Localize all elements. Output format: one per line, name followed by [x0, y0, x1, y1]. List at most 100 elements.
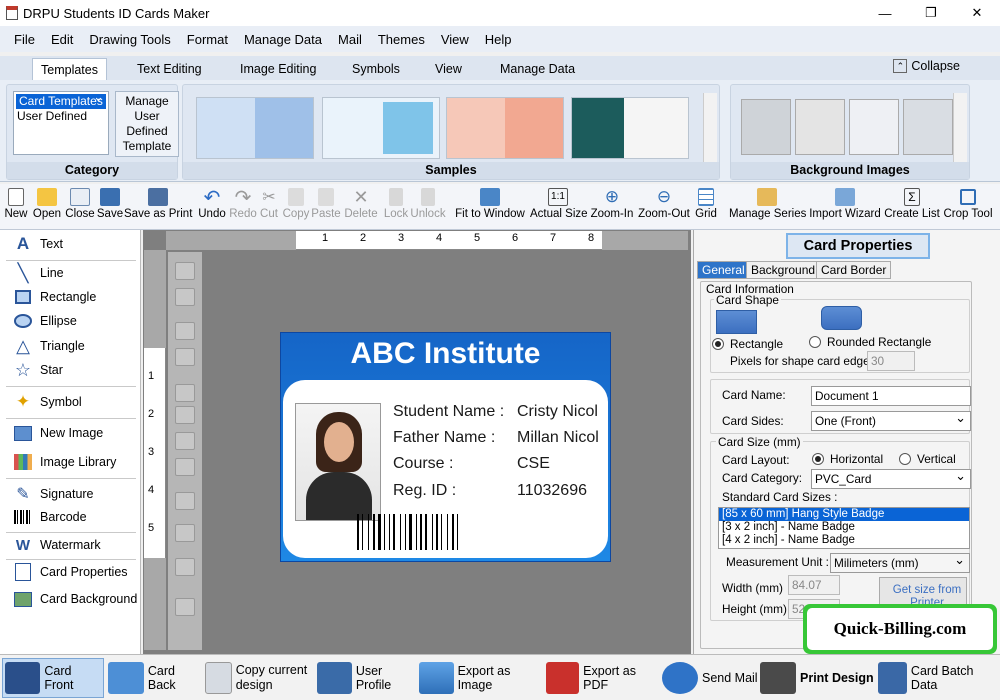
background-image-3[interactable]	[849, 99, 899, 155]
card-sides-select[interactable]: One (Front)	[811, 409, 971, 431]
menu-mail[interactable]: Mail	[338, 32, 362, 47]
tool-triangle[interactable]: △ Triangle	[0, 334, 138, 358]
reg-id-label[interactable]: Reg. ID :	[393, 482, 456, 500]
menu-format[interactable]: Format	[187, 32, 228, 47]
background-image-2[interactable]	[795, 99, 845, 155]
create-list-button[interactable]: Σ Create List	[884, 186, 940, 228]
samples-scrollbar[interactable]	[703, 93, 717, 169]
horizontal-radio[interactable]	[812, 453, 824, 465]
menu-help[interactable]: Help	[485, 32, 512, 47]
close-file-button[interactable]: Close	[64, 186, 96, 228]
delete-button[interactable]: ✕ Delete	[343, 186, 379, 228]
move-icon[interactable]	[175, 558, 195, 576]
card-front-button[interactable]: Card Front	[2, 658, 104, 698]
sample-template-1[interactable]	[196, 97, 314, 159]
sample-template-4[interactable]	[571, 97, 689, 159]
collapse-button[interactable]: ⌃ Collapse	[893, 59, 960, 73]
maximize-button[interactable]: ❐	[908, 0, 954, 26]
tool-card-properties[interactable]: Card Properties	[0, 560, 138, 584]
align-right-icon[interactable]	[175, 406, 195, 424]
sample-template-2[interactable]	[322, 97, 440, 159]
zoom-out-button[interactable]: ⊖ Zoom-Out	[636, 186, 692, 228]
card-category-select[interactable]: PVC_Card	[811, 467, 971, 489]
tool-image-library[interactable]: Image Library	[0, 450, 138, 474]
close-button[interactable]: ✕	[954, 0, 1000, 26]
actual-size-button[interactable]: 1:1 Actual Size	[530, 186, 588, 228]
standard-size-item[interactable]: [4 x 2 inch] - Name Badge	[719, 534, 969, 547]
menu-file[interactable]: File	[14, 32, 35, 47]
course-label[interactable]: Course :	[393, 455, 453, 473]
copy-current-design-button[interactable]: Copy current design	[205, 658, 317, 698]
center-vertical-icon[interactable]	[175, 524, 195, 542]
tool-ellipse[interactable]: Ellipse	[0, 309, 138, 333]
background-image-1[interactable]	[741, 99, 791, 155]
undo-button[interactable]: ↶ Undo	[197, 186, 227, 228]
zoom-in-button[interactable]: ⊕ Zoom-In	[589, 186, 635, 228]
card-barcode[interactable]	[357, 514, 507, 550]
tab-view[interactable]: View	[427, 58, 470, 80]
tab-image-editing[interactable]: Image Editing	[232, 58, 324, 80]
tab-general[interactable]: General	[697, 261, 750, 279]
pixels-field[interactable]: 30	[867, 351, 915, 371]
user-profile-button[interactable]: User Profile	[317, 658, 419, 698]
vertical-radio[interactable]	[899, 453, 911, 465]
redo-button[interactable]: ↷ Redo	[228, 186, 258, 228]
card-name-field[interactable]: Document 1	[811, 386, 971, 406]
menu-edit[interactable]: Edit	[51, 32, 73, 47]
tool-rectangle[interactable]: Rectangle	[0, 285, 138, 309]
tool-text[interactable]: A Text	[0, 232, 138, 256]
menu-drawing-tools[interactable]: Drawing Tools	[89, 32, 170, 47]
background-image-4[interactable]	[903, 99, 953, 155]
standard-size-item[interactable]: [85 x 60 mm] Hang Style Badge	[719, 508, 969, 521]
student-photo[interactable]	[295, 403, 381, 521]
grid-button[interactable]: Grid	[693, 186, 719, 228]
card-batch-data-button[interactable]: Card Batch Data	[878, 658, 1000, 698]
rectangle-shape-preview[interactable]	[716, 310, 757, 334]
background-scrollbar[interactable]	[953, 93, 967, 169]
export-as-pdf-button[interactable]: Export as PDF	[546, 658, 658, 698]
father-name-label[interactable]: Father Name :	[393, 429, 495, 447]
unlock-button[interactable]: Unlock	[410, 186, 446, 228]
save-button[interactable]: Save	[96, 186, 124, 228]
lock-button[interactable]: Lock	[382, 186, 410, 228]
tab-background[interactable]: Background	[746, 261, 821, 279]
tab-manage-data[interactable]: Manage Data	[492, 58, 583, 80]
standard-size-item[interactable]: [3 x 2 inch] - Name Badge	[719, 521, 969, 534]
menu-themes[interactable]: Themes	[378, 32, 425, 47]
new-button[interactable]: New	[3, 186, 29, 228]
send-backward-icon[interactable]	[175, 288, 195, 306]
tool-star[interactable]: ☆ Star	[0, 358, 138, 382]
rounded-rectangle-radio[interactable]	[809, 336, 821, 348]
center-horizontal-icon[interactable]	[175, 492, 195, 510]
print-design-button[interactable]: Print Design	[760, 658, 878, 698]
zoom-object-icon[interactable]	[175, 598, 195, 616]
rounded-rectangle-shape-preview[interactable]	[821, 306, 862, 330]
category-card-templates[interactable]: Card Templates	[16, 94, 106, 109]
send-mail-button[interactable]: Send Mail	[662, 658, 758, 698]
open-button[interactable]: Open	[31, 186, 63, 228]
align-left-icon[interactable]	[175, 384, 195, 402]
save-as-print-button[interactable]: Save as Print	[124, 186, 192, 228]
tool-line[interactable]: ╲ Line	[0, 261, 138, 285]
father-name-value[interactable]: Millan Nicol	[517, 429, 599, 447]
crop-tool-button[interactable]: Crop Tool	[941, 186, 995, 228]
student-name-value[interactable]: Cristy Nicol	[517, 403, 598, 421]
tab-card-border[interactable]: Card Border	[816, 261, 892, 279]
lock-object-icon[interactable]	[175, 322, 195, 340]
id-card[interactable]: ABC Institute Student Name : Cristy Nico…	[280, 332, 611, 562]
menu-view[interactable]: View	[441, 32, 469, 47]
sample-template-3[interactable]	[446, 97, 564, 159]
tool-new-image[interactable]: New Image	[0, 421, 138, 445]
bring-forward-icon[interactable]	[175, 262, 195, 280]
align-bottom-icon[interactable]	[175, 458, 195, 476]
tab-templates[interactable]: Templates	[32, 58, 107, 80]
rectangle-radio[interactable]	[712, 338, 724, 350]
category-list[interactable]: Card Templates User Defined	[13, 91, 109, 155]
fit-to-window-button[interactable]: Fit to Window	[452, 186, 528, 228]
minimize-button[interactable]: —	[862, 0, 908, 26]
copy-button[interactable]: Copy	[282, 186, 310, 228]
width-field[interactable]: 84.07	[788, 575, 840, 595]
course-value[interactable]: CSE	[517, 455, 550, 473]
tool-signature[interactable]: ✎ Signature	[0, 482, 138, 506]
align-top-icon[interactable]	[175, 432, 195, 450]
